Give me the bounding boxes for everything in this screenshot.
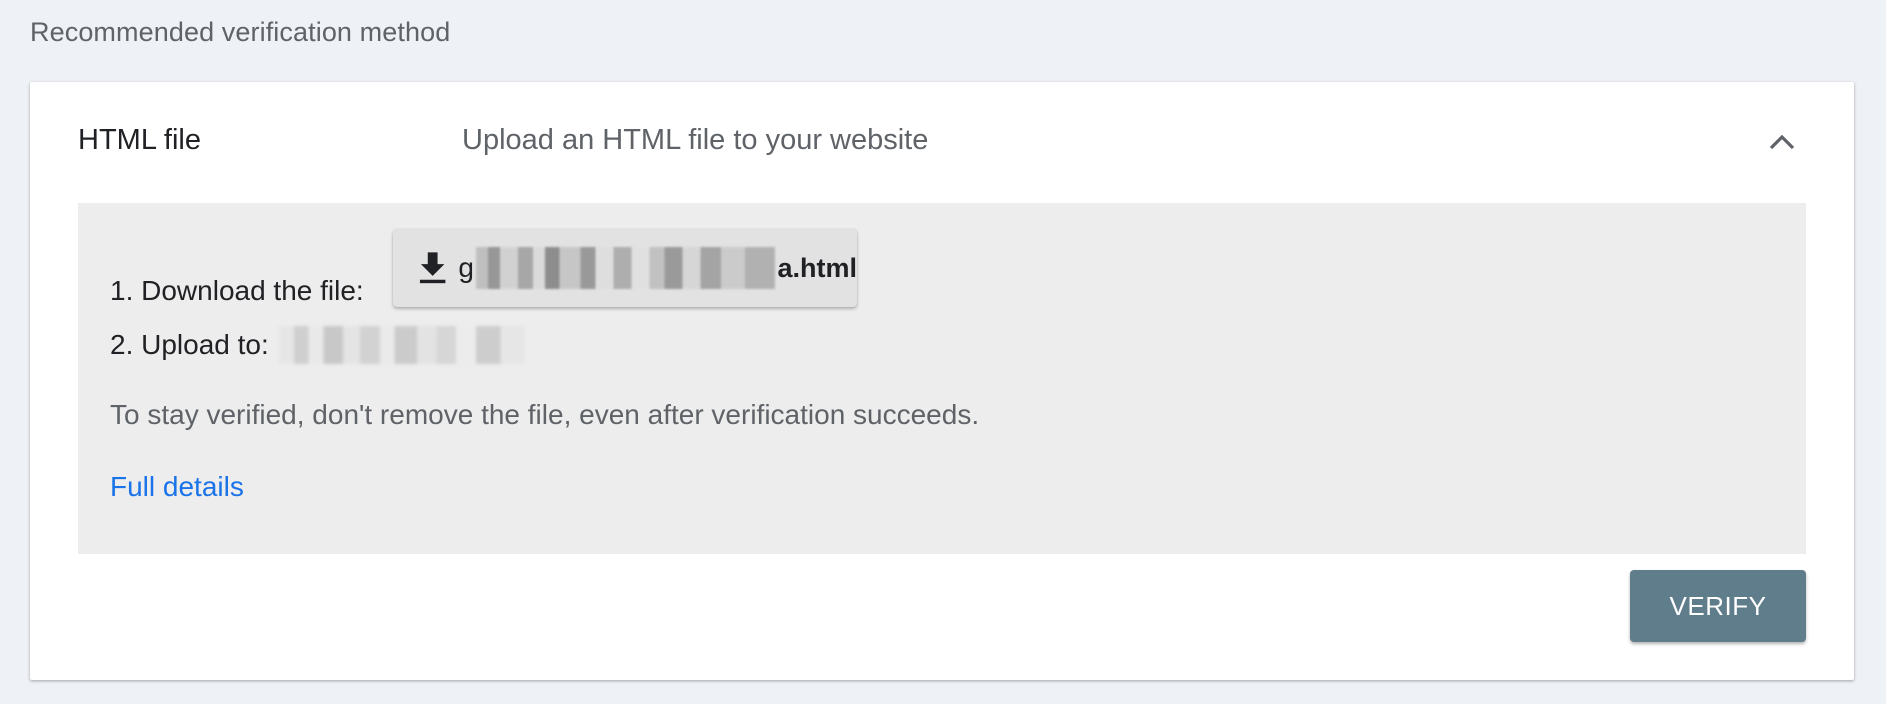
method-title: HTML file [78,124,201,156]
step-download: 1. Download the file: [110,251,364,331]
method-header[interactable]: HTML file Upload an HTML file to your we… [30,82,1854,202]
upload-step-label: 2. Upload to: [110,329,269,360]
download-icon [419,252,446,284]
redacted-file-name [475,247,776,289]
section-label: Recommended verification method [30,17,451,47]
verification-note: To stay verified, don't remove the file,… [110,399,980,430]
method-description: Upload an HTML file to your website [462,124,929,156]
file-name-start: g [458,252,474,283]
verification-method-card: HTML file Upload an HTML file to your we… [30,82,1854,680]
step-upload: 2. Upload to: [110,321,525,369]
verify-button[interactable]: VERIFY [1630,570,1806,642]
redacted-upload-url [278,326,525,364]
download-step-label: 1. Download the file: [110,275,364,306]
full-details-link[interactable]: Full details [110,471,244,503]
file-name-end: a.html [777,252,857,283]
instructions-panel: 1. Download the file: g a.html 2. Upload… [78,203,1806,554]
download-file-button[interactable]: g a.html [393,229,857,307]
chevron-up-icon[interactable] [1766,128,1798,156]
